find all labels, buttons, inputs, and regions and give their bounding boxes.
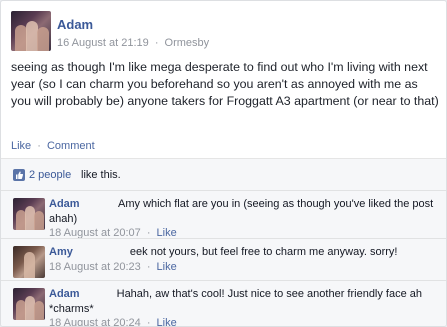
comment-body: Amy eek not yours, but feel free to char… — [49, 245, 439, 260]
comment-meta-separator: · — [146, 261, 151, 273]
likes-suffix: like this. — [81, 169, 121, 181]
like-button[interactable]: Like — [11, 140, 31, 152]
comment-author[interactable]: Adam — [49, 198, 80, 210]
post-meta: 16 August at 21:19 · Ormesby — [57, 37, 209, 49]
feedback-section: 2 people like this. Adam Amy which flat … — [1, 158, 446, 327]
commenter-avatar[interactable] — [13, 198, 45, 230]
likes-count-link[interactable]: 2 people — [29, 169, 71, 181]
comment-timestamp[interactable]: 18 August at 20:23 — [49, 261, 141, 273]
comment-meta: 18 August at 20:24 · Like — [49, 317, 177, 327]
post-header: Adam 16 August at 21:19 · Ormesby — [11, 11, 431, 51]
comment-button[interactable]: Comment — [47, 140, 95, 152]
comment-body: Adam Amy which flat are you in (seeing a… — [49, 197, 439, 227]
comment-timestamp[interactable]: 18 August at 20:24 — [49, 317, 141, 326]
comment-meta: 18 August at 20:23 · Like — [49, 261, 177, 273]
comment-author[interactable]: Amy — [49, 246, 73, 258]
thumbs-up-icon — [13, 169, 25, 181]
comment-text: Amy which flat are you in (seeing as tho… — [49, 198, 434, 225]
feed-post: Adam 16 August at 21:19 · Ormesby seeing… — [0, 0, 447, 327]
post-timestamp[interactable]: 16 August at 21:19 — [57, 37, 149, 49]
comment-like-button[interactable]: Like — [157, 261, 177, 273]
post-actions: Like · Comment — [11, 140, 95, 152]
comment-text: Hahah, aw that's cool! Just nice to see … — [49, 288, 423, 315]
comment-author[interactable]: Adam — [49, 288, 80, 300]
commenter-avatar[interactable] — [13, 246, 45, 278]
author-avatar[interactable] — [11, 11, 51, 51]
post-author-name[interactable]: Adam — [57, 17, 93, 32]
comment-text: eek not yours, but feel free to charm me… — [129, 246, 398, 258]
comment-item: Adam Hahah, aw that's cool! Just nice to… — [1, 280, 446, 327]
comment-meta-separator: · — [146, 317, 151, 327]
comment-item: Adam Amy which flat are you in (seeing a… — [1, 190, 446, 239]
comment-body: Adam Hahah, aw that's cool! Just nice to… — [49, 287, 439, 317]
comment-item: Amy eek not yours, but feel free to char… — [1, 238, 446, 280]
post-text: seeing as though I'm like mega desperate… — [11, 60, 439, 108]
comment-like-button[interactable]: Like — [157, 317, 177, 326]
likes-summary: 2 people like this. — [13, 167, 433, 183]
commenter-avatar[interactable] — [13, 288, 45, 320]
meta-separator: · — [154, 37, 159, 49]
actions-separator: · — [37, 140, 41, 152]
post-location[interactable]: Ormesby — [165, 37, 210, 49]
